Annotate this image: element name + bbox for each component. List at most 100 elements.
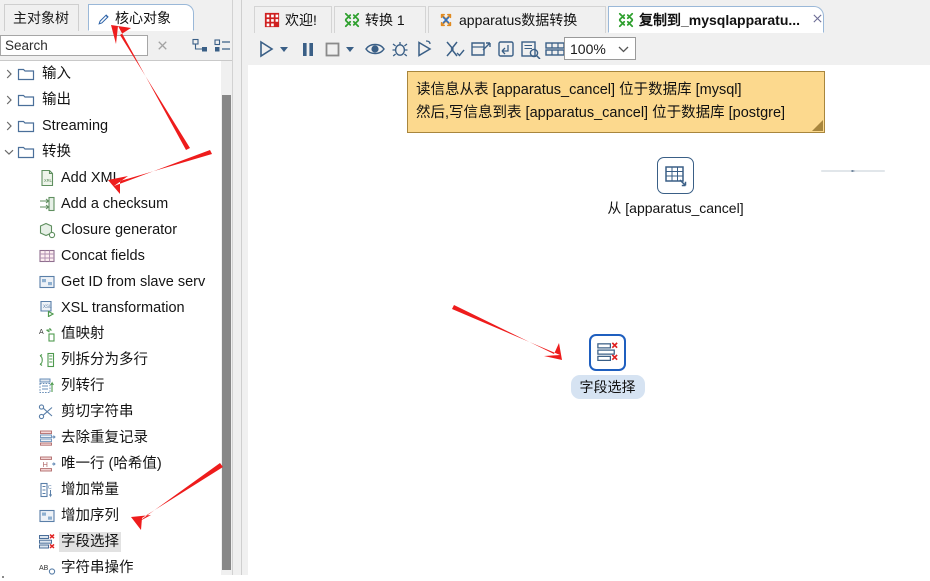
tree-item-7[interactable]: Concat fields bbox=[0, 243, 221, 269]
run-options-caret-down-icon[interactable] bbox=[278, 39, 290, 59]
chevron-right-icon[interactable] bbox=[4, 121, 14, 131]
tree-item-label: 剪切字符串 bbox=[61, 404, 134, 420]
inspect-log-icon[interactable] bbox=[520, 39, 542, 60]
tree-item-label: 去除重复记录 bbox=[61, 430, 148, 446]
verify-icon[interactable] bbox=[444, 39, 466, 59]
clear-x-icon[interactable] bbox=[155, 38, 170, 53]
welcome-icon bbox=[264, 12, 280, 28]
tab-main-object-tree[interactable]: 主对象树 bbox=[4, 4, 79, 31]
tree-item-4[interactable]: XML Add XML bbox=[0, 165, 221, 191]
tree-item-15[interactable]: H 唯一行 (哈希值) bbox=[0, 451, 221, 477]
tree-item-label: Add a checksum bbox=[61, 196, 169, 212]
editor-tab-label: apparatus数据转换 bbox=[459, 12, 578, 28]
tree-item-2[interactable]: Streaming bbox=[0, 113, 221, 139]
grid-view-icon[interactable] bbox=[544, 39, 566, 59]
tree-item-label: 列转行 bbox=[61, 378, 105, 394]
svg-text:XSL: XSL bbox=[43, 304, 52, 310]
tree-item-1[interactable]: 输出 bbox=[0, 87, 221, 113]
editor-toolbar: 100% bbox=[248, 33, 930, 66]
svg-text:AB: AB bbox=[39, 565, 49, 572]
tree-item-10[interactable]: A 值映射 bbox=[0, 321, 221, 347]
tree-item-label: 输入 bbox=[42, 66, 71, 82]
table-input-step[interactable]: 从 [apparatus_cancel] bbox=[607, 157, 744, 216]
hop-connector[interactable] bbox=[694, 170, 930, 172]
transformation-canvas[interactable]: 读信息从表 [apparatus_cancel] 位于数据库 [mysql] 然… bbox=[248, 65, 930, 575]
select-values-step[interactable]: 字段选择 bbox=[570, 334, 645, 399]
tree-item-label: 字段选择 bbox=[59, 532, 121, 552]
select-values-step-label: 字段选择 bbox=[570, 375, 645, 399]
tree-item-label: Closure generator bbox=[61, 222, 178, 238]
core-objects-panel: 主对象树 核心对象 Search 输入 输出 Streaming 转换 XML … bbox=[0, 0, 248, 578]
transformation-icon bbox=[344, 12, 360, 28]
chevron-right-icon[interactable] bbox=[4, 95, 14, 105]
stop-icon[interactable] bbox=[322, 39, 342, 59]
svg-text:A: A bbox=[39, 329, 44, 336]
slave-server-icon bbox=[38, 273, 56, 291]
zoom-level-value: 100% bbox=[570, 40, 606, 57]
sql-icon[interactable] bbox=[496, 39, 516, 59]
folder-icon bbox=[17, 65, 35, 83]
tree-item-16[interactable]: C 增加常量 bbox=[0, 477, 221, 503]
tree-item-14[interactable]: 去除重复记录 bbox=[0, 425, 221, 451]
zoom-level-combobox[interactable]: 100% bbox=[564, 37, 636, 60]
core-objects-tree[interactable]: 输入输出 Streaming 转换 XML Add XML Add a checksum C… bbox=[0, 61, 221, 575]
canvas-note[interactable]: 读信息从表 [apparatus_cancel] 位于数据库 [mysql] 然… bbox=[407, 71, 825, 133]
pause-icon[interactable] bbox=[298, 39, 318, 59]
select-values-step-box[interactable] bbox=[589, 334, 626, 371]
canvas-note-line-1: 读信息从表 [apparatus_cancel] 位于数据库 [mysql] bbox=[416, 82, 742, 98]
tree-item-5[interactable]: Add a checksum bbox=[0, 191, 221, 217]
add-constant-icon: C bbox=[38, 481, 56, 499]
tree-item-label: XSL transformation bbox=[61, 300, 185, 316]
svg-text:XML: XML bbox=[44, 178, 52, 184]
tree-item-label: 列拆分为多行 bbox=[61, 352, 148, 368]
chevron-right-icon[interactable] bbox=[4, 69, 14, 79]
eye-icon[interactable] bbox=[364, 39, 386, 59]
editor-tab-1[interactable]: 转换 1 bbox=[334, 6, 426, 33]
impact-analysis-icon[interactable] bbox=[470, 39, 492, 59]
svg-text:H: H bbox=[43, 460, 48, 469]
tree-item-12[interactable]: 列转行 bbox=[0, 373, 221, 399]
xsl-scroll-icon: XSL bbox=[38, 299, 56, 318]
tree-item-18[interactable]: 字段选择 bbox=[0, 529, 221, 555]
editor-area: 欢迎! 转换 1 apparatus数据转换 复制到_mysqlapparatu... bbox=[248, 0, 930, 575]
search-input[interactable] bbox=[0, 35, 148, 56]
table-input-step-box[interactable] bbox=[657, 157, 694, 194]
tree-scrollbar-thumb[interactable] bbox=[222, 95, 231, 570]
tree-item-9[interactable]: XSL XSL transformation bbox=[0, 295, 221, 321]
note-resize-corner[interactable] bbox=[814, 122, 822, 130]
editor-tab-3[interactable]: 复制到_mysqlapparatu... bbox=[608, 6, 824, 33]
tree-item-label: 增加序列 bbox=[61, 508, 119, 524]
tree-item-8[interactable]: Get ID from slave serv bbox=[0, 269, 221, 295]
chevron-down-icon[interactable] bbox=[4, 147, 14, 157]
editor-tab-label: 复制到_mysqlapparatu... bbox=[639, 11, 801, 28]
bug-icon[interactable] bbox=[390, 39, 410, 59]
panel-resize-sash[interactable] bbox=[232, 0, 248, 575]
tree-item-3[interactable]: 转换 bbox=[0, 139, 221, 165]
panel-view-tabs: 主对象树 核心对象 bbox=[0, 0, 247, 33]
close-icon[interactable] bbox=[812, 13, 823, 27]
folder-icon bbox=[17, 143, 35, 161]
editor-tab-0[interactable]: 欢迎! bbox=[254, 6, 332, 33]
flat-list-icon[interactable] bbox=[214, 38, 231, 54]
canvas-note-line-2: 然后,写信息到表 [apparatus_cancel] 位于数据库 [postg… bbox=[416, 105, 786, 121]
folder-icon bbox=[17, 117, 35, 135]
tree-item-17[interactable]: 增加序列 bbox=[0, 503, 221, 529]
folder-icon bbox=[17, 91, 35, 109]
play-icon[interactable] bbox=[256, 39, 276, 59]
tree-item-11[interactable]: 列拆分为多行 bbox=[0, 347, 221, 373]
tree-layout-icon[interactable] bbox=[192, 38, 209, 54]
tree-item-label: Add XML bbox=[61, 170, 121, 186]
tree-item-19[interactable]: AB 字符串操作 bbox=[0, 555, 221, 575]
chevron-down-icon[interactable] bbox=[617, 42, 630, 55]
value-mapper-icon: A bbox=[38, 325, 56, 343]
tree-item-13[interactable]: 剪切字符串 bbox=[0, 399, 221, 425]
editor-tab-2[interactable]: apparatus数据转换 bbox=[428, 6, 606, 33]
tree-item-label: 转换 bbox=[42, 144, 71, 160]
tree-item-6[interactable]: Closure generator bbox=[0, 217, 221, 243]
stop-options-caret-down-icon[interactable] bbox=[344, 39, 356, 59]
tree-item-0[interactable]: 输入 bbox=[0, 61, 221, 87]
tab-core-objects[interactable]: 核心对象 bbox=[88, 4, 194, 31]
tree-item-label: 唯一行 (哈希值) bbox=[61, 456, 162, 472]
select-values-icon bbox=[597, 342, 618, 362]
replay-play-outline-icon[interactable] bbox=[414, 39, 434, 59]
